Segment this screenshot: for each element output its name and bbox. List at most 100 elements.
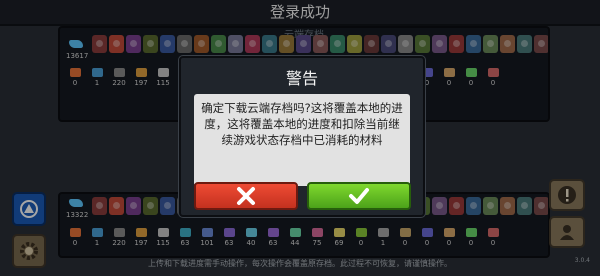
material-icon [69, 228, 81, 237]
material-icon [223, 228, 235, 237]
cloud-currency-count: 0 [468, 79, 474, 87]
material-icon [113, 228, 125, 237]
local-currency-item: 75 [306, 228, 328, 247]
cloud-hero-portrait [245, 35, 260, 53]
footer-note: 上传和下载进度需手动操作，每次操作会覆盖原存档。此过程不可恢复，请谨慎操作。 [148, 259, 452, 268]
local-currency-item: 0 [350, 228, 372, 247]
cloud-hero-portrait [330, 35, 345, 53]
cloud-hero-portrait [415, 35, 430, 53]
cloud-hero-portrait [449, 35, 464, 53]
cloud-hero-portrait [381, 35, 396, 53]
local-hero-portrait [466, 197, 481, 215]
cloud-hero-portrait [143, 35, 158, 53]
cloud-currency-item: 0 [438, 68, 460, 87]
local-hero-portrait [126, 197, 141, 215]
cloud-hero-portrait [177, 35, 192, 53]
material-icon [355, 228, 367, 237]
cloud-hero-row [92, 35, 548, 57]
local-hero-portrait [92, 197, 107, 215]
profile-button[interactable] [549, 216, 585, 248]
cloud-hero-portrait [279, 35, 294, 53]
dialog-body: 确定下载云端存档吗?这将覆盖本地的进度，这将覆盖本地的进度和扣除当前继续游戏状态… [194, 94, 410, 186]
local-hero-portrait [483, 197, 498, 215]
version-label: 3.0.4 [574, 257, 590, 264]
local-currency-count: 1 [380, 239, 386, 247]
cloud-currency-item: 220 [108, 68, 130, 87]
cloud-currency-item: 115 [152, 68, 174, 87]
material-icon [245, 228, 257, 237]
local-currency-count: 0 [468, 239, 474, 247]
local-currency-item: 0 [460, 228, 482, 247]
local-hero-portrait [109, 197, 124, 215]
check-icon [349, 188, 369, 204]
local-currency-count: 75 [312, 239, 322, 247]
local-gem-count: 13322 [66, 211, 89, 219]
local-currency-item: 63 [262, 228, 284, 247]
material-icon [135, 68, 147, 77]
cloud-currency-count: 115 [156, 79, 170, 87]
local-currency-item: 0 [482, 228, 504, 247]
cloud-hero-portrait [92, 35, 107, 53]
material-icon [465, 68, 477, 77]
gem-icon [69, 40, 83, 48]
material-icon [91, 228, 103, 237]
local-currency-count: 63 [268, 239, 278, 247]
local-currency-item: 69 [328, 228, 350, 247]
cloud-hero-portrait [398, 35, 413, 53]
local-currency-count: 115 [156, 239, 170, 247]
local-currency-item: 0 [416, 228, 438, 247]
material-icon [267, 228, 279, 237]
local-currency-count: 0 [424, 239, 430, 247]
local-currency-count: 0 [490, 239, 496, 247]
material-icon [179, 228, 191, 237]
material-icon [311, 228, 323, 237]
local-hero-portrait [449, 197, 464, 215]
local-currency-count: 63 [224, 239, 234, 247]
local-currency-count: 1 [94, 239, 100, 247]
cloud-gem-count: 13617 [66, 52, 89, 60]
cloud-currency-count: 197 [134, 79, 148, 87]
local-currency-count: 197 [134, 239, 148, 247]
cloud-hero-portrait [534, 35, 548, 53]
material-icon [443, 68, 455, 77]
cloud-currency-count: 220 [112, 79, 126, 87]
cross-icon [237, 187, 255, 205]
cloud-hero-portrait [483, 35, 498, 53]
guardian-button[interactable] [12, 192, 46, 226]
cancel-button[interactable] [194, 182, 298, 210]
cloud-currency-count: 0 [490, 79, 496, 87]
cloud-currency-item: 0 [460, 68, 482, 87]
cloud-hero-portrait [262, 35, 277, 53]
material-icon [157, 228, 169, 237]
cloud-hero-portrait [347, 35, 362, 53]
cloud-hero-portrait [313, 35, 328, 53]
cloud-hero-portrait [109, 35, 124, 53]
material-icon [333, 228, 345, 237]
alert-icon [558, 186, 576, 204]
material-icon [443, 228, 455, 237]
cloud-currency-item: 0 [64, 68, 86, 87]
local-currency-item: 63 [218, 228, 240, 247]
local-hero-portrait [143, 197, 158, 215]
cloud-currency-count: 1 [94, 79, 100, 87]
cloud-hero-portrait [194, 35, 209, 53]
local-currency-item: 197 [130, 228, 152, 247]
confirm-button[interactable] [307, 182, 411, 210]
local-currency-item: 220 [108, 228, 130, 247]
warning-dialog: 警告 确定下载云端存档吗?这将覆盖本地的进度，这将覆盖本地的进度和扣除当前继续游… [179, 56, 425, 217]
local-currency-item: 0 [64, 228, 86, 247]
cloud-hero-portrait [432, 35, 447, 53]
cloud-hero-portrait [517, 35, 532, 53]
local-currency-item: 40 [240, 228, 262, 247]
material-icon [113, 68, 125, 77]
local-hero-portrait [432, 197, 447, 215]
alert-button[interactable] [549, 179, 585, 211]
cloud-hero-portrait [211, 35, 226, 53]
local-currency-count: 0 [72, 239, 78, 247]
local-currency-count: 44 [290, 239, 300, 247]
material-icon [69, 68, 81, 77]
cloud-currency-item: 1 [86, 68, 108, 87]
local-currency-item: 0 [438, 228, 460, 247]
material-icon [421, 228, 433, 237]
page-title: 登录成功 [0, 0, 600, 26]
